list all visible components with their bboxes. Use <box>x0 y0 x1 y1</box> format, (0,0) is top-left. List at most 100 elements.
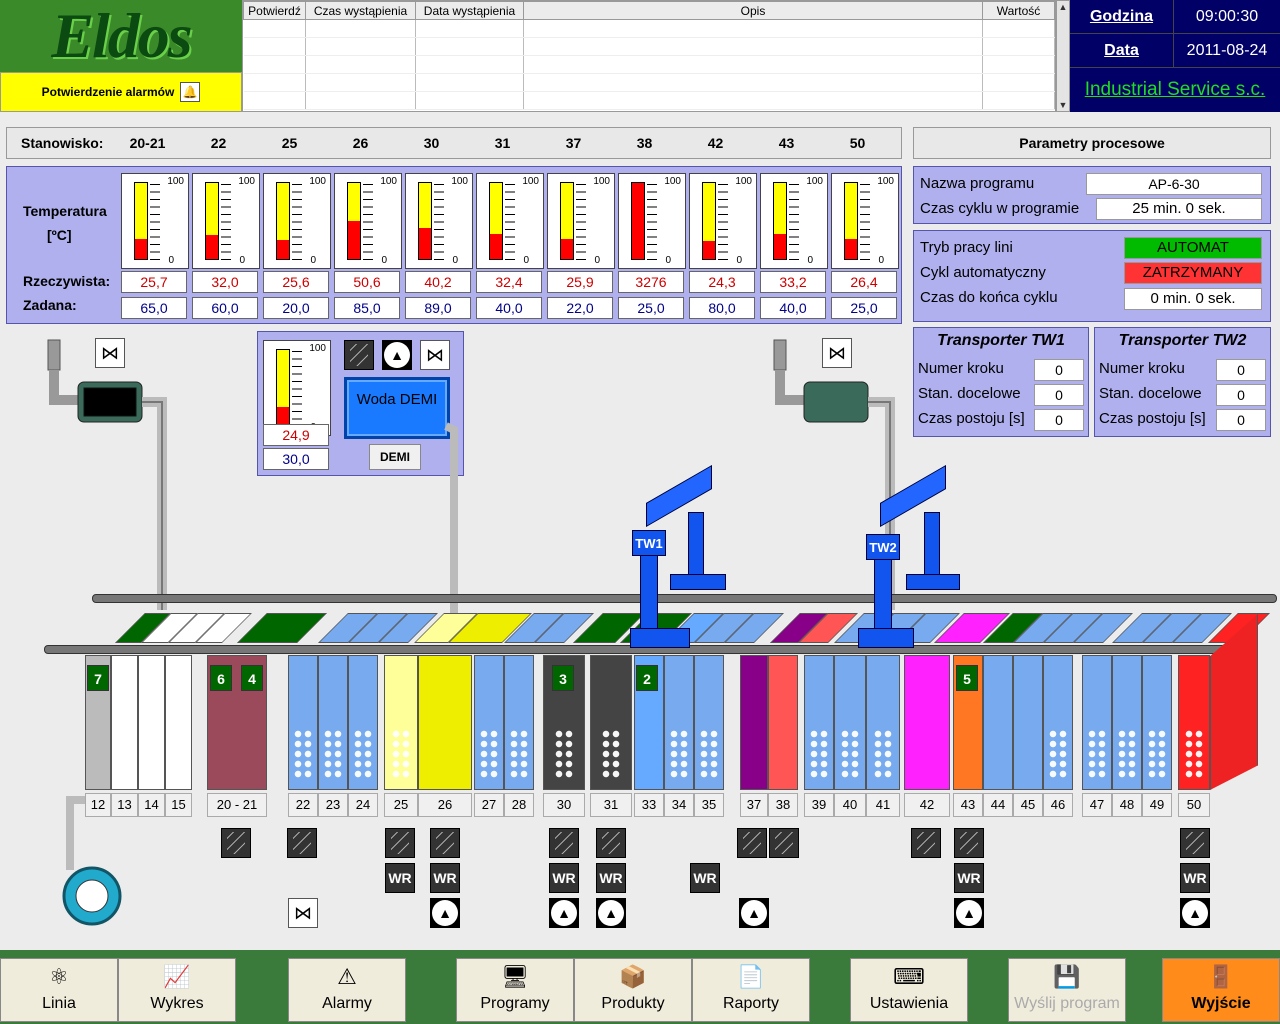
heater-icon[interactable] <box>911 828 941 858</box>
setpoint-temp[interactable]: 22,0 <box>547 297 613 319</box>
setpoint-temp[interactable]: 89,0 <box>405 297 471 319</box>
alarm-row[interactable] <box>243 73 1055 92</box>
tank-26[interactable] <box>418 655 472 790</box>
toolbar-button-settings[interactable]: ⌨ Ustawienia <box>850 958 968 1022</box>
toolbar-label: Programy <box>480 995 550 1012</box>
tank-41[interactable] <box>866 655 900 790</box>
company-link[interactable]: Industrial Service s.c. <box>1070 68 1280 112</box>
setpoint-temp[interactable]: 25,0 <box>831 297 897 319</box>
tank-46[interactable] <box>1043 655 1073 790</box>
tank-13[interactable] <box>111 655 138 790</box>
tank-15[interactable] <box>165 655 192 790</box>
wr-button[interactable]: WR <box>430 863 460 893</box>
alarm-table[interactable]: Potwierdź Czas wystąpienia Data wystąpie… <box>242 0 1056 112</box>
setpoint-temp[interactable]: 20,0 <box>263 297 329 319</box>
pump-icon[interactable]: ▲ <box>596 898 626 928</box>
heater-icon[interactable] <box>737 828 767 858</box>
toolbar-button-warning[interactable]: ⚠ Alarmy <box>288 958 406 1022</box>
tank-44[interactable] <box>983 655 1013 790</box>
wr-button[interactable]: WR <box>385 863 415 893</box>
tank-42[interactable] <box>904 655 950 790</box>
heater-icon[interactable] <box>954 828 984 858</box>
thermometer-43: 100 0 <box>760 173 828 269</box>
wr-button[interactable]: WR <box>690 863 720 893</box>
scroll-down-icon[interactable]: ▼ <box>1057 99 1069 111</box>
toolbar-button-program[interactable]: 🖥 Programy <box>456 958 574 1022</box>
heater-icon[interactable] <box>1180 828 1210 858</box>
actual-temp: 25,6 <box>263 271 329 293</box>
tank-14[interactable] <box>138 655 165 790</box>
tank-49[interactable] <box>1142 655 1172 790</box>
tank-37[interactable] <box>740 655 768 790</box>
pump-icon[interactable]: ▲ <box>430 898 460 928</box>
tank-31[interactable] <box>590 655 632 790</box>
toolbar-button-exit[interactable]: 🚪 Wyjście <box>1162 958 1280 1022</box>
transporter-tw2-graphic[interactable]: TW2 <box>858 464 964 652</box>
setpoint-temp[interactable]: 65,0 <box>121 297 187 319</box>
setpoint-temp[interactable]: 60,0 <box>192 297 258 319</box>
wr-button[interactable]: WR <box>549 863 579 893</box>
wr-button[interactable]: WR <box>596 863 626 893</box>
alarm-row[interactable] <box>243 19 1055 38</box>
col-confirm[interactable]: Potwierdź <box>243 1 306 20</box>
setpoint-temp[interactable]: 25,0 <box>618 297 684 319</box>
bottom-valve-icon[interactable]: ⋈ <box>288 898 318 928</box>
pump-icon[interactable]: ▲ <box>549 898 579 928</box>
scroll-up-icon[interactable]: ▲ <box>1057 1 1069 13</box>
heater-icon[interactable] <box>221 828 251 858</box>
tank-27[interactable] <box>474 655 504 790</box>
tank-47[interactable] <box>1082 655 1112 790</box>
acknowledge-alarms-button[interactable]: Potwierdzenie alarmów 🔔 <box>0 72 242 112</box>
col-occurrence-time[interactable]: Czas wystąpienia <box>305 1 416 20</box>
heater-icon[interactable] <box>385 828 415 858</box>
pump-icon[interactable]: ▲ <box>1180 898 1210 928</box>
program-name-value: AP-6-30 <box>1086 173 1262 195</box>
setpoint-temp[interactable]: 40,0 <box>476 297 542 319</box>
tank-39[interactable] <box>804 655 834 790</box>
heater-icon[interactable] <box>549 828 579 858</box>
col-value[interactable]: Wartość <box>982 1 1055 20</box>
alarm-scrollbar[interactable]: ▲ ▼ <box>1056 0 1070 112</box>
pump-icon[interactable]: ▲ <box>954 898 984 928</box>
station-tag: 3 <box>552 665 574 691</box>
tank-48[interactable] <box>1112 655 1142 790</box>
thermometer-22: 100 0 <box>192 173 260 269</box>
alarm-row[interactable] <box>243 37 1055 56</box>
transporter-tw1-graphic[interactable]: TW1 <box>630 464 730 652</box>
tank-25[interactable] <box>384 655 418 790</box>
wr-button[interactable]: WR <box>954 863 984 893</box>
left-valve-icon[interactable]: ⋈ <box>95 338 125 368</box>
pump-icon[interactable]: ▲ <box>739 898 769 928</box>
toolbar-button-chart[interactable]: 📈 Wykres <box>118 958 236 1022</box>
heater-icon[interactable] <box>430 828 460 858</box>
col-description[interactable]: Opis <box>523 1 983 20</box>
col-occurrence-date[interactable]: Data wystąpienia <box>415 1 524 20</box>
heater-icon[interactable] <box>596 828 626 858</box>
setpoint-temp[interactable]: 80,0 <box>689 297 755 319</box>
tank-38[interactable] <box>768 655 798 790</box>
heater-icon[interactable] <box>769 828 799 858</box>
date-label[interactable]: Data <box>1070 34 1174 67</box>
tank-50[interactable] <box>1178 655 1210 790</box>
right-valve-icon[interactable]: ⋈ <box>822 338 852 368</box>
tank-24[interactable] <box>348 655 378 790</box>
toolbar-button-product[interactable]: 📦 Produkty <box>574 958 692 1022</box>
time-label[interactable]: Godzina <box>1070 0 1174 33</box>
heater-icon[interactable] <box>287 828 317 858</box>
tank-23[interactable] <box>318 655 348 790</box>
alarm-row[interactable] <box>243 55 1055 74</box>
tank-22[interactable] <box>288 655 318 790</box>
tank-40[interactable] <box>834 655 866 790</box>
toolbar-button-report[interactable]: 📄 Raporty <box>692 958 810 1022</box>
wr-button[interactable]: WR <box>1180 863 1210 893</box>
alarm-row[interactable] <box>243 91 1055 110</box>
toolbar-button-molecule[interactable]: ⚛ Linia <box>0 958 118 1022</box>
tank-34[interactable] <box>664 655 694 790</box>
setpoint-temp[interactable]: 85,0 <box>334 297 400 319</box>
tank-35[interactable] <box>694 655 724 790</box>
setpoint-temp[interactable]: 40,0 <box>760 297 826 319</box>
right-blower-icon <box>773 339 895 610</box>
tank-45[interactable] <box>1013 655 1043 790</box>
tank-28[interactable] <box>504 655 534 790</box>
toolbar-button-send[interactable]: 💾 Wyślij program <box>1008 958 1126 1022</box>
